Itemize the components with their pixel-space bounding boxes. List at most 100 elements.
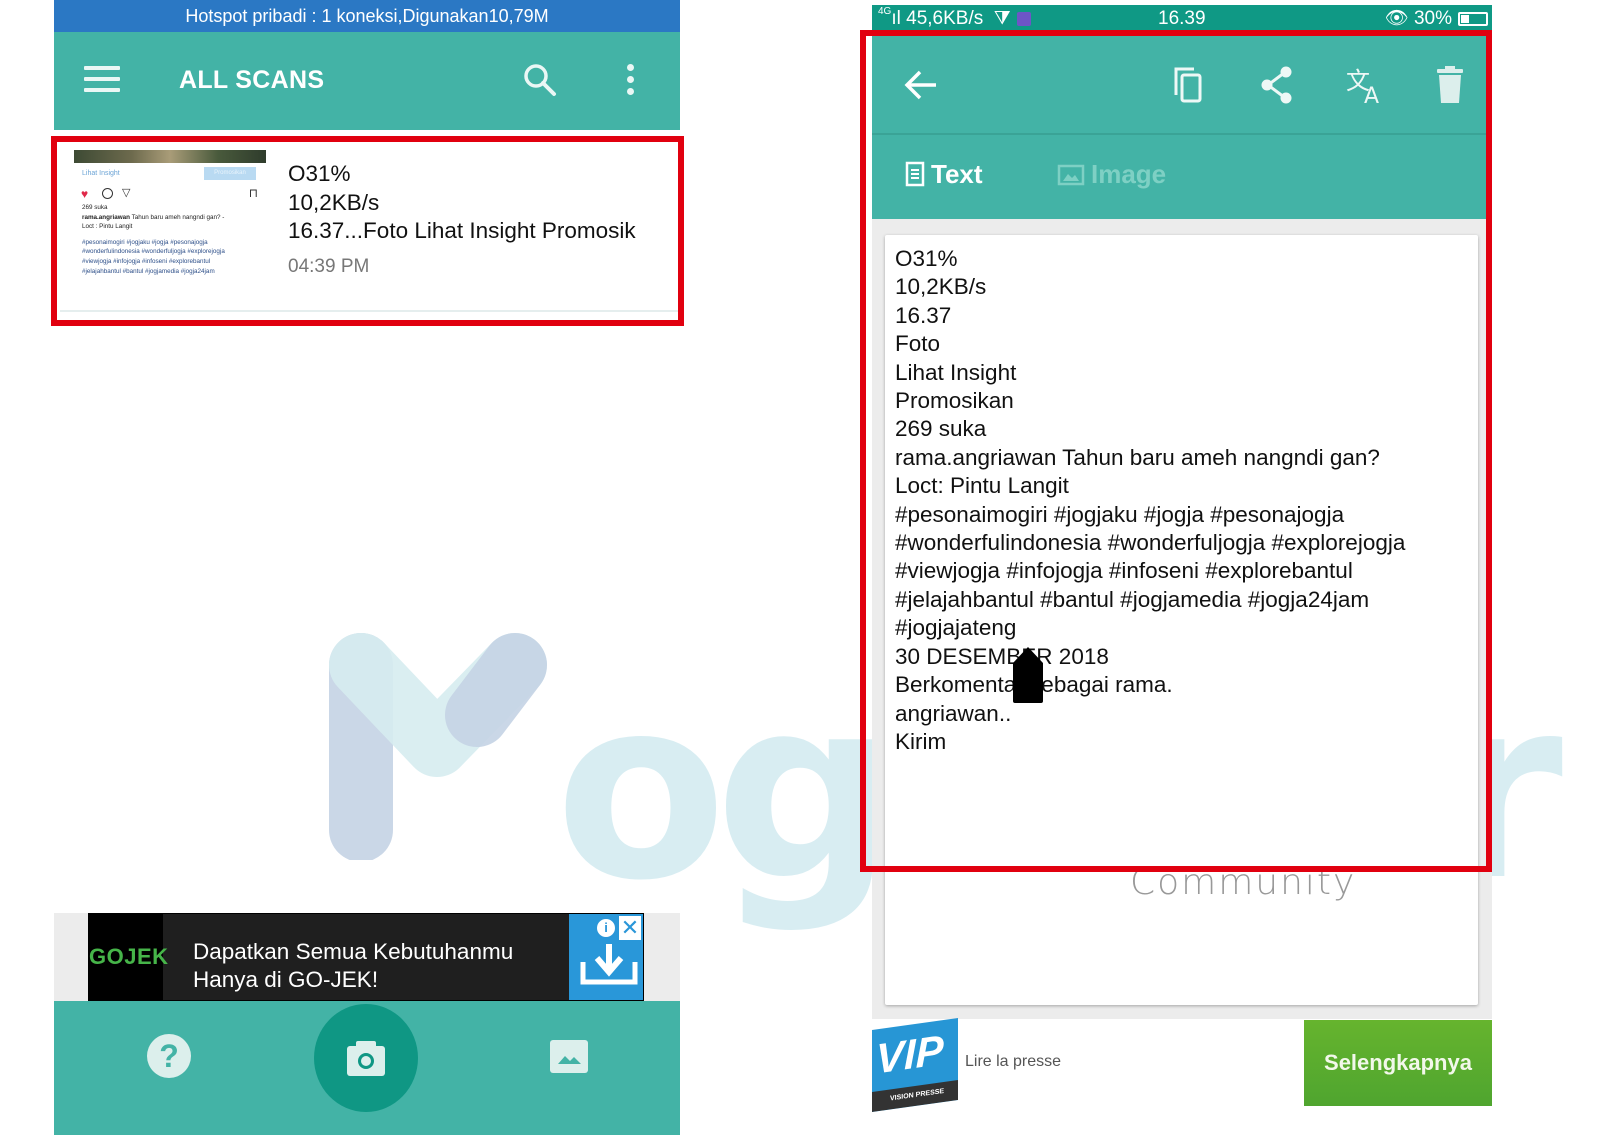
battery-icon	[1458, 12, 1488, 26]
vip-logo-sub: VISION PRESSE	[872, 1079, 958, 1113]
ocr-line: #viewjogja #infojogja #infoseni #explore…	[895, 558, 1353, 584]
tab-text[interactable]: Text	[905, 159, 983, 195]
scan-line: O31%	[288, 161, 351, 186]
ad-text: Dapatkan Semua Kebutuhanmu Hanya di GO-J…	[193, 938, 513, 994]
more-vert-icon[interactable]	[622, 64, 638, 100]
ad-caption: Lire la presse	[965, 1053, 1062, 1070]
ad-line: Dapatkan Semua Kebutuhanmu	[193, 939, 514, 964]
ocr-line: 269 suka	[895, 416, 987, 442]
status-right: 👁 30%	[1385, 5, 1452, 33]
notification-icon: ⧩	[988, 8, 1011, 29]
scan-line: 16.37...Foto Lihat Insight Promosik	[288, 218, 636, 243]
app-bar: ALL SCANS	[54, 32, 680, 130]
hotspot-notification-bar[interactable]: Hotspot pribadi : 1 koneksi,Digunakan10,…	[54, 0, 680, 32]
gallery-icon[interactable]	[550, 1040, 588, 1073]
scan-line: 10,2KB/s	[288, 189, 380, 215]
camera-button[interactable]	[314, 1004, 418, 1112]
send-icon: ▽	[122, 187, 131, 199]
ocr-line: Loct: Pintu Langit	[895, 473, 1069, 499]
status-left: 4Gıl 45,6KB/s ⧩	[878, 5, 1031, 33]
tab-text-label: Text	[931, 159, 983, 189]
network-speed: 45,6KB/s	[906, 8, 984, 29]
tab-image-label: Image	[1091, 159, 1167, 189]
search-icon[interactable]	[522, 62, 558, 98]
signal-icon: 4G	[878, 6, 892, 17]
vip-logo: VIP VISION PRESSE	[872, 1017, 958, 1113]
ocr-line: #pesonaimogiri #jogjaku #jogja #pesonajo…	[895, 501, 1345, 527]
thumb-caption-user: rama.angriawan	[82, 213, 130, 221]
bookmark-icon: ⊓	[248, 186, 258, 200]
ad-close-icon[interactable]: ✕	[619, 916, 641, 940]
share-icon[interactable]	[1256, 63, 1300, 107]
thumb-tag-line: #viewjogja #infojogja #infoseni #explore…	[82, 258, 211, 266]
ocr-line: #jogjajateng	[895, 615, 1017, 641]
ocr-line: angriawan..	[895, 700, 1012, 726]
detail-app-bar: 文A	[872, 33, 1492, 135]
ocr-line: Kirim	[895, 728, 947, 754]
watermark-logo-m	[329, 633, 547, 860]
tabs-bar: Text Image	[872, 135, 1492, 219]
comment-icon	[102, 188, 113, 199]
ad-line: Hanya di GO-JEK!	[193, 967, 379, 992]
bottom-bar: ?	[54, 1001, 680, 1135]
ad-info-icon[interactable]: i	[595, 917, 617, 939]
ocr-line: #jelajahbantul #bantul #jogjamedia #jogj…	[895, 586, 1370, 612]
ocr-line: 30 DESEMBER 2018	[895, 643, 1109, 669]
scan-preview-text: O31% 10,2KB/s 16.37...Foto Lihat Insight…	[288, 160, 636, 246]
thumb-location: Loct : Pintu Langit	[82, 223, 133, 230]
battery-percent: 30%	[1413, 8, 1452, 29]
thumbnail-photo-strip	[74, 150, 266, 163]
back-arrow-icon[interactable]	[900, 63, 944, 107]
vip-ad-banner[interactable]: VIP VISION PRESSE Lire la presse Selengka…	[872, 1017, 1492, 1113]
thumb-likes: 269 suka	[82, 204, 108, 211]
ocr-line: #wonderfulindonesia #wonderfuljogja #exp…	[895, 530, 1406, 556]
image-icon	[1057, 164, 1085, 186]
tab-image[interactable]: Image	[1057, 159, 1166, 195]
ocr-line: Lihat Insight	[895, 359, 1017, 385]
page-title: ALL SCANS	[179, 66, 325, 94]
ocr-line: 16.37	[895, 302, 952, 328]
ad-banner-area: GOJEK Dapatkan Semua Kebutuhanmu Hanya d…	[54, 913, 680, 1001]
camera-icon	[347, 1041, 385, 1076]
scan-timestamp: 04:39 PM	[288, 256, 370, 277]
heart-icon: ♥	[81, 187, 89, 201]
ocr-line: rama.angriawan Tahun baru ameh nangndi g…	[895, 444, 1380, 470]
delete-icon[interactable]	[1428, 63, 1472, 107]
text-selection-handle[interactable]	[1013, 647, 1043, 703]
svg-text:A: A	[1364, 84, 1379, 107]
status-bar: 4Gıl 45,6KB/s ⧩ 16.39 👁 30%	[872, 5, 1492, 33]
vip-logo-text: VIP	[876, 1025, 944, 1083]
cta-button[interactable]: Selengkapnya	[1304, 1020, 1492, 1106]
content-area: O31% 10,2KB/s 16.37 Foto Lihat Insight Promos…	[872, 219, 1492, 1019]
left-phone-screen: Hotspot pribadi : 1 koneksi,Digunakan10,…	[54, 0, 680, 1135]
thumb-caption-text: Tahun baru ameh nangndi gan? -	[129, 213, 225, 221]
thumb-tags: #pesonaimogiri #jogjaku #jogja #pesonajo…	[74, 238, 266, 277]
scan-thumbnail: Lihat Insight Promosikan ♥ ▽ ⊓ 269 suka …	[74, 150, 266, 290]
thumb-tag-line: #wonderfulindonesia #wonderfuljogja #exp…	[82, 248, 225, 256]
ocr-line: Foto	[895, 331, 941, 357]
help-icon[interactable]: ?	[147, 1034, 191, 1078]
document-icon	[905, 161, 925, 187]
ocr-text-card[interactable]: O31% 10,2KB/s 16.37 Foto Lihat Insight Promos…	[885, 235, 1478, 1005]
ocr-text-body[interactable]: O31% 10,2KB/s 16.37 Foto Lihat Insight Promos…	[895, 245, 1405, 756]
eye-comfort-icon: 👁	[1384, 8, 1414, 29]
vpn-icon	[1016, 11, 1031, 26]
ocr-line: O31%	[895, 246, 958, 271]
thumb-caption: rama.angriawan Tahun baru ameh nangndi g…	[74, 213, 266, 223]
ocr-line: Promosikan	[895, 388, 1014, 414]
translate-icon[interactable]: 文A	[1344, 63, 1388, 109]
ocr-line: 10,2KB/s	[895, 274, 987, 300]
copy-icon[interactable]	[1166, 63, 1210, 107]
right-phone-screen: 4Gıl 45,6KB/s ⧩ 16.39 👁 30% 文A Text Imag…	[872, 5, 1492, 1135]
thumb-promo-button: Promosikan	[204, 167, 256, 180]
scan-list-item[interactable]: Lihat Insight Promosikan ♥ ▽ ⊓ 269 suka …	[60, 142, 680, 312]
signal-bars-icon: ıl	[891, 8, 907, 29]
gojek-logo: GOJEK	[89, 914, 168, 1000]
thumb-insight-link: Lihat Insight	[82, 170, 120, 177]
thumb-tag-line: #jelajahbantul #bantul #jogjamedia #jogj…	[82, 267, 215, 275]
gojek-ad-banner[interactable]: GOJEK Dapatkan Semua Kebutuhanmu Hanya d…	[88, 913, 644, 1001]
ocr-line: Berkomentar sebagai rama.	[895, 672, 1173, 698]
hamburger-menu-icon[interactable]	[84, 66, 120, 96]
status-time: 16.39	[1158, 8, 1206, 29]
thumb-tag-line: #pesonaimogiri #jogjaku #jogja #pesonajo…	[82, 238, 208, 246]
